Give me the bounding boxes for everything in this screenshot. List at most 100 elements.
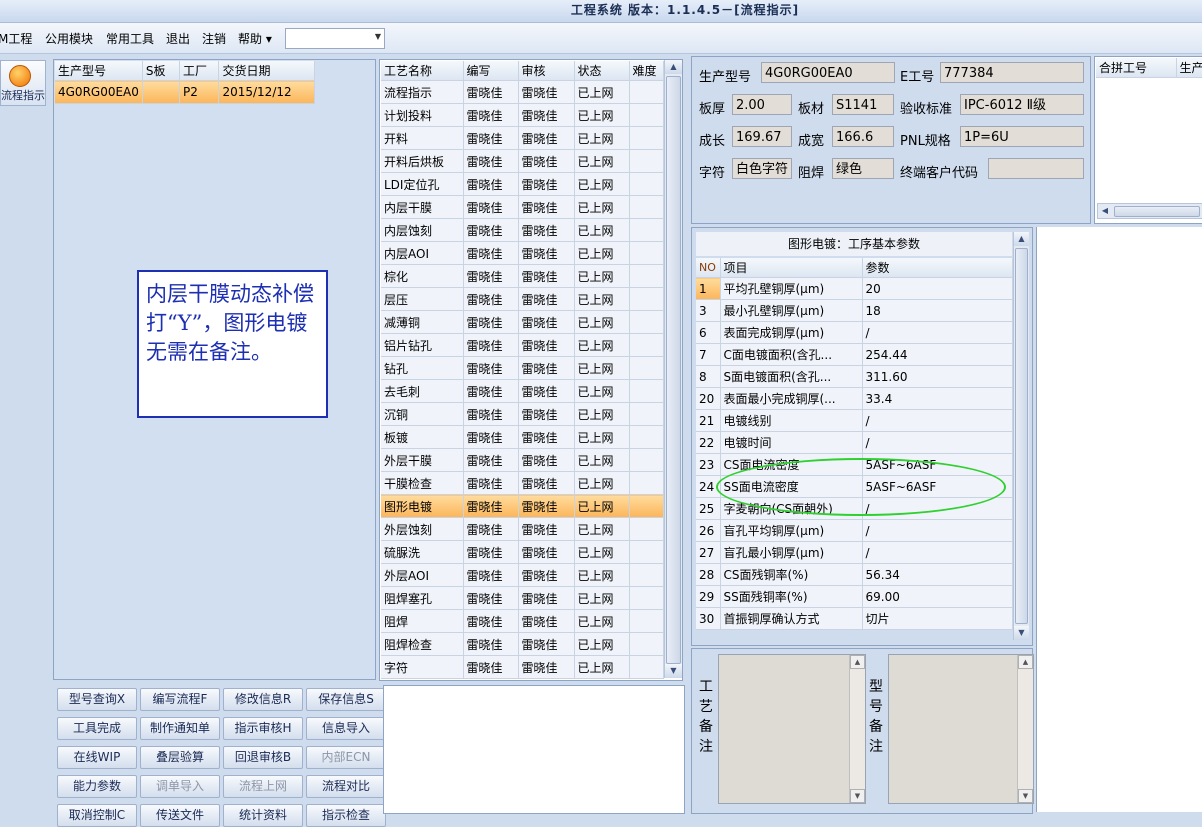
action-button-0-2[interactable]: 修改信息R (223, 688, 303, 711)
parameter-grid-scrollbar[interactable]: ▲ ▼ (1013, 232, 1029, 640)
table-row[interactable]: 阻焊 雷晓佳 雷晓佳 已上网 (381, 609, 664, 633)
table-row[interactable]: 字符 雷晓佳 雷晓佳 已上网 (381, 655, 664, 679)
action-button-0-3[interactable]: 保存信息S (306, 688, 386, 711)
action-button-4-2[interactable]: 统计资料 (223, 804, 303, 827)
action-button-1-1[interactable]: 制作通知单 (140, 717, 220, 740)
table-row[interactable]: 钻孔 雷晓佳 雷晓佳 已上网 (381, 356, 664, 380)
scroll-down-icon[interactable]: ▼ (665, 664, 682, 678)
action-button-3-0[interactable]: 能力参数 (57, 775, 137, 798)
col-header-difficulty[interactable]: 难度 (629, 61, 664, 81)
action-button-0-0[interactable]: 型号查询X (57, 688, 137, 711)
menu-item-common-module[interactable]: 公用模块 (45, 30, 93, 47)
action-button-4-0[interactable]: 取消控制C (57, 804, 137, 827)
table-row[interactable]: 沉铜 雷晓佳 雷晓佳 已上网 (381, 402, 664, 426)
table-row[interactable]: 板镀 雷晓佳 雷晓佳 已上网 (381, 425, 664, 449)
action-button-4-3[interactable]: 指示检查 (306, 804, 386, 827)
table-row[interactable]: 20 表面最小完成铜厚(... 33.4 (696, 387, 1013, 410)
action-button-2-2[interactable]: 回退审核B (223, 746, 303, 769)
field-width[interactable]: 166.6 (832, 126, 894, 147)
menu-item-engineering[interactable]: M工程 (0, 30, 32, 47)
field-thickness[interactable]: 2.00 (732, 94, 792, 115)
table-row[interactable]: 去毛刺 雷晓佳 雷晓佳 已上网 (381, 379, 664, 403)
model-memo-field[interactable]: ▲ ▼ (888, 654, 1034, 804)
table-row[interactable]: 24 SS面电流密度 5ASF~6ASF (696, 475, 1013, 498)
scroll-up-icon[interactable]: ▲ (1018, 655, 1033, 669)
table-row[interactable]: 图形电镀 雷晓佳 雷晓佳 已上网 (381, 494, 664, 518)
field-material[interactable]: S1141 (832, 94, 894, 115)
table-row[interactable]: 3 最小孔壁铜厚(μm) 18 (696, 299, 1013, 322)
process-grid-scrollbar[interactable]: ▲ ▼ (664, 60, 682, 678)
table-row[interactable]: 减薄铜 雷晓佳 雷晓佳 已上网 (381, 310, 664, 334)
col-header-writer[interactable]: 编写 (463, 61, 519, 81)
field-standard[interactable]: IPC-6012 Ⅱ级 (960, 94, 1084, 115)
col-header-reviewer[interactable]: 审核 (518, 61, 575, 81)
table-row[interactable]: 硫脲洗 雷晓佳 雷晓佳 已上网 (381, 540, 664, 564)
menu-combo-box[interactable]: ▼ (285, 28, 385, 49)
table-row[interactable]: 30 首振铜厚确认方式 切片 (696, 607, 1013, 630)
action-button-4-1[interactable]: 传送文件 (140, 804, 220, 827)
action-button-2-1[interactable]: 叠层验算 (140, 746, 220, 769)
action-button-1-2[interactable]: 指示审核H (223, 717, 303, 740)
col-header-production[interactable]: 生产 (1176, 58, 1202, 78)
col-header-item[interactable]: 项目 (720, 258, 863, 278)
menu-item-exit[interactable]: 退出 (166, 30, 190, 47)
col-header-model[interactable]: 生产型号 (55, 61, 143, 81)
field-mask[interactable]: 绿色 (832, 158, 894, 179)
table-row[interactable]: LDI定位孔 雷晓佳 雷晓佳 已上网 (381, 172, 664, 196)
table-row[interactable]: 外层AOI 雷晓佳 雷晓佳 已上网 (381, 563, 664, 587)
scroll-up-icon[interactable]: ▲ (1014, 232, 1029, 246)
col-header-no[interactable]: NO (696, 258, 721, 278)
table-row[interactable]: 流程指示 雷晓佳 雷晓佳 已上网 (381, 80, 664, 104)
field-customer[interactable] (988, 158, 1084, 179)
field-pnl[interactable]: 1P=6U (960, 126, 1084, 147)
table-row[interactable]: 23 CS面电流密度 5ASF~6ASF (696, 453, 1013, 476)
field-e-no[interactable]: 777384 (940, 62, 1084, 83)
scroll-down-icon[interactable]: ▼ (1018, 789, 1033, 803)
table-row[interactable]: 计划投料 雷晓佳 雷晓佳 已上网 (381, 103, 664, 127)
scroll-up-icon[interactable]: ▲ (850, 655, 865, 669)
table-row[interactable]: 外层蚀刻 雷晓佳 雷晓佳 已上网 (381, 517, 664, 541)
col-header-process-name[interactable]: 工艺名称 (381, 61, 464, 81)
scroll-left-icon[interactable]: ◀ (1098, 204, 1112, 218)
action-button-3-3[interactable]: 流程对比 (306, 775, 386, 798)
memo-scrollbar[interactable]: ▲ ▼ (849, 655, 865, 803)
table-row[interactable]: 25 字麦朝向(CS面朝外) / (696, 497, 1013, 520)
menu-item-tools[interactable]: 常用工具 (106, 30, 154, 47)
action-button-3-2[interactable]: 流程上网 (223, 775, 303, 798)
combine-hscrollbar[interactable]: ◀ (1097, 203, 1202, 219)
table-row[interactable]: 外层干膜 雷晓佳 雷晓佳 已上网 (381, 448, 664, 472)
table-row[interactable]: 6 表面完成铜厚(μm) / (696, 321, 1013, 344)
field-model[interactable]: 4G0RG00EA0 (761, 62, 895, 83)
table-row[interactable]: 阻焊检查 雷晓佳 雷晓佳 已上网 (381, 632, 664, 656)
col-header-combine-no[interactable]: 合拼工号 (1096, 58, 1177, 78)
table-row[interactable]: 26 盲孔平均铜厚(μm) / (696, 519, 1013, 542)
table-row[interactable]: 22 电镀时间 / (696, 431, 1013, 454)
col-header-delivery-date[interactable]: 交货日期 (218, 61, 315, 81)
action-button-1-0[interactable]: 工具完成 (57, 717, 137, 740)
table-row[interactable]: 27 盲孔最小铜厚(μm) / (696, 541, 1013, 564)
table-row[interactable]: 层压 雷晓佳 雷晓佳 已上网 (381, 287, 664, 311)
table-row[interactable]: 28 CS面残铜率(%) 56.34 (696, 563, 1013, 586)
table-row[interactable]: 内层干膜 雷晓佳 雷晓佳 已上网 (381, 195, 664, 219)
menu-item-logout[interactable]: 注销 (202, 30, 226, 47)
scroll-thumb[interactable] (1114, 206, 1200, 217)
table-row[interactable]: 棕化 雷晓佳 雷晓佳 已上网 (381, 264, 664, 288)
col-header-s-board[interactable]: S板 (142, 61, 181, 81)
flow-indicator-button[interactable]: 流程指示 (0, 60, 46, 106)
table-row[interactable]: 8 S面电镀面积(含孔... 311.60 (696, 365, 1013, 388)
table-row[interactable]: 阻焊塞孔 雷晓佳 雷晓佳 已上网 (381, 586, 664, 610)
table-row[interactable]: 4G0RG00EA0 P2 2015/12/12 (55, 80, 315, 104)
scroll-down-icon[interactable]: ▼ (850, 789, 865, 803)
scroll-up-icon[interactable]: ▲ (665, 60, 682, 74)
table-row[interactable]: 干膜检查 雷晓佳 雷晓佳 已上网 (381, 471, 664, 495)
menu-item-help[interactable]: 帮助 ▾ (238, 30, 272, 47)
col-header-param[interactable]: 参数 (862, 258, 1013, 278)
action-button-2-3[interactable]: 内部ECN (306, 746, 386, 769)
scroll-thumb[interactable] (1015, 248, 1028, 624)
scroll-thumb[interactable] (666, 76, 681, 664)
table-row[interactable]: 1 平均孔壁铜厚(μm) 20 (696, 277, 1013, 300)
table-row[interactable]: 7 C面电镀面积(含孔... 254.44 (696, 343, 1013, 366)
table-row[interactable]: 29 SS面残铜率(%) 69.00 (696, 585, 1013, 608)
table-row[interactable]: 开料后烘板 雷晓佳 雷晓佳 已上网 (381, 149, 664, 173)
field-length[interactable]: 169.67 (732, 126, 792, 147)
